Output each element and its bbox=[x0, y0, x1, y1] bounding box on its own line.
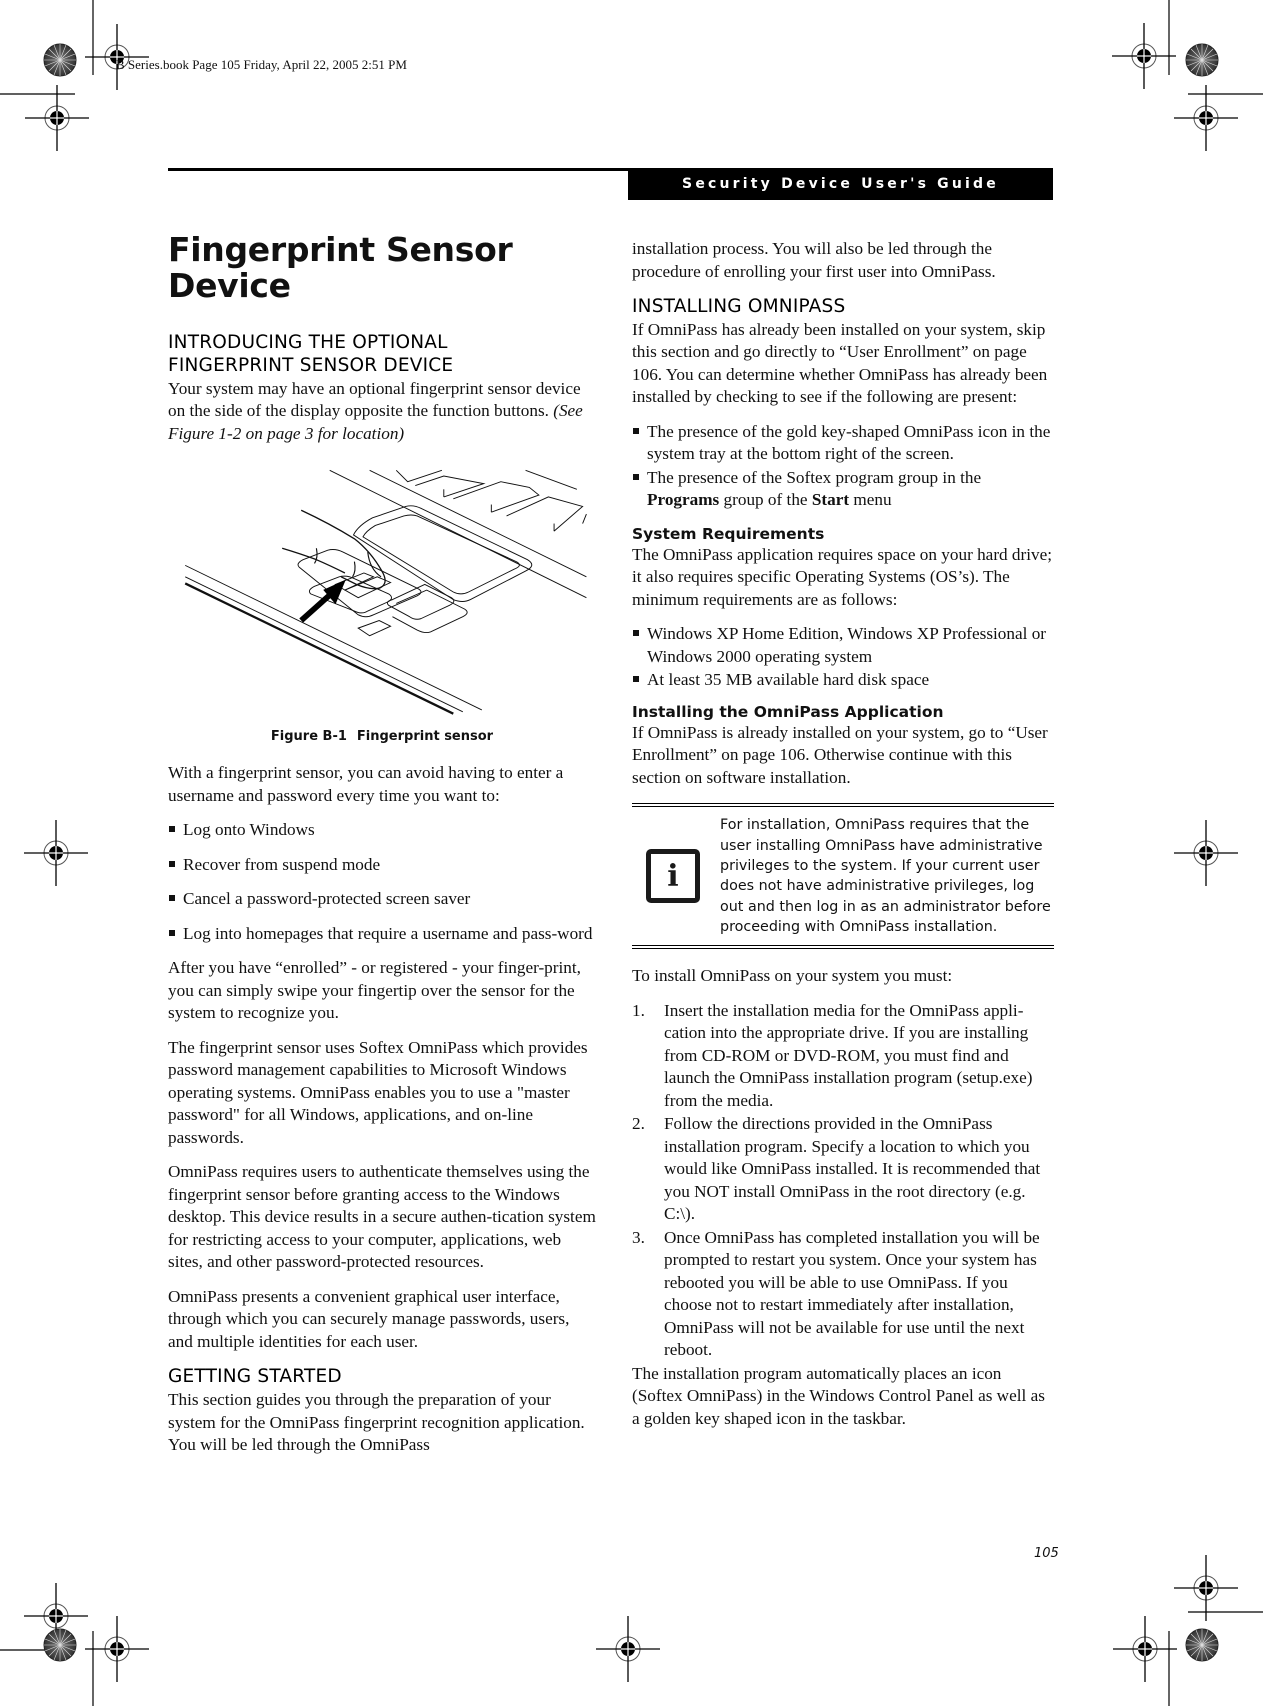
presence-list: The presence of the gold key-shaped Omni… bbox=[632, 421, 1054, 512]
fingerprint-sensor-figure bbox=[168, 457, 596, 727]
intro-heading: INTRODUCING THE OPTIONAL FINGERPRINT SEN… bbox=[168, 331, 596, 378]
getting-started-heading: GETTING STARTED bbox=[168, 1366, 342, 1388]
list-item: Windows XP Home Edition, Windows XP Prof… bbox=[632, 623, 1054, 668]
list-item-text: The presence of the Softex program group… bbox=[647, 467, 982, 487]
info-note: i For installation, OmniPass requires th… bbox=[632, 803, 1054, 950]
installing-application-heading: Installing the OmniPass Application bbox=[632, 702, 944, 721]
page-title: Fingerprint Sensor Device bbox=[168, 230, 513, 306]
continued-paragraph: installation process. You will also be l… bbox=[632, 239, 996, 281]
star-target-top-right bbox=[1185, 43, 1219, 77]
intro-paragraph: Your system may have an optional fingerp… bbox=[168, 378, 596, 446]
list-item-text: menu bbox=[849, 490, 892, 510]
list-item-text: group of the bbox=[719, 490, 812, 510]
intro-heading-line2: FINGERPRINT SENSOR DEVICE bbox=[168, 355, 454, 377]
star-target-top-left bbox=[43, 43, 77, 77]
registration-mark bbox=[24, 84, 90, 152]
final-paragraph: The installation program automatically p… bbox=[632, 1363, 1045, 1428]
intro-text: Your system may have an optional fingerp… bbox=[168, 378, 581, 421]
list-item: Log into homepages that require a userna… bbox=[168, 923, 596, 946]
registration-mark bbox=[1112, 1615, 1178, 1683]
system-requirements-heading: System Requirements bbox=[632, 524, 825, 543]
enroll-paragraph: After you have “enrolled” - or registere… bbox=[168, 958, 581, 1023]
step-number: 1. bbox=[632, 1000, 645, 1020]
programs-menu-label: Programs bbox=[647, 490, 720, 510]
left-column: Fingerprint Sensor Device INTRODUCING TH… bbox=[168, 230, 596, 1457]
step-number: 3. bbox=[632, 1227, 645, 1247]
list-item: The presence of the gold key-shaped Omni… bbox=[632, 421, 1054, 466]
registration-mark bbox=[595, 1615, 661, 1683]
installing-omnipass-heading: INSTALLING OMNIPASS bbox=[632, 296, 846, 317]
step-number: 2. bbox=[632, 1114, 645, 1134]
figure-caption-text: Fingerprint sensor bbox=[356, 729, 494, 745]
step-item: 2. Follow the directions provided in the … bbox=[632, 1113, 1054, 1226]
avoid-list: Log onto Windows Recover from suspend mo… bbox=[168, 819, 596, 945]
list-item: At least 35 MB available hard disk space bbox=[632, 669, 1054, 692]
step-item: 3. Once OmniPass has completed installati… bbox=[632, 1227, 1054, 1362]
header-rule bbox=[168, 168, 628, 171]
step-text: Once OmniPass has completed installation… bbox=[664, 1227, 1040, 1360]
step-text: Follow the directions provided in the Om… bbox=[664, 1114, 1041, 1224]
figure-number: Figure B-1 bbox=[270, 729, 347, 745]
registration-mark bbox=[1111, 22, 1177, 90]
start-menu-label: Start bbox=[811, 490, 850, 510]
system-requirements-list: Windows XP Home Edition, Windows XP Prof… bbox=[632, 623, 1054, 692]
figure-caption: Figure B-1 Fingerprint sensor bbox=[168, 729, 596, 744]
page-number: 105 bbox=[1034, 1546, 1059, 1561]
registration-mark bbox=[1173, 1554, 1239, 1622]
system-requirements-paragraph: The OmniPass application requires space … bbox=[632, 544, 1053, 609]
list-item: The presence of the Softex program group… bbox=[632, 467, 1054, 512]
list-item: Cancel a password-protected screen saver bbox=[168, 888, 596, 911]
step-text: Insert the installation media for the Om… bbox=[664, 1000, 1033, 1110]
list-item: Recover from suspend mode bbox=[168, 854, 596, 877]
registration-mark bbox=[84, 1615, 150, 1683]
star-target-bottom-right bbox=[1185, 1628, 1219, 1662]
registration-mark bbox=[1173, 819, 1239, 887]
info-icon: i bbox=[646, 849, 700, 904]
installing-paragraph: If OmniPass has already been installed o… bbox=[632, 319, 1048, 407]
note-text: For installation, OmniPass requires that… bbox=[720, 817, 1051, 935]
running-title: Security Device User's Guide bbox=[682, 176, 999, 192]
right-column: installation process. You will also be l… bbox=[632, 238, 1054, 1430]
print-slug: B Series.book Page 105 Friday, April 22,… bbox=[116, 57, 407, 72]
registration-mark bbox=[23, 819, 89, 887]
installing-application-paragraph: If OmniPass is already installed on your… bbox=[632, 722, 1048, 787]
auth-paragraph: OmniPass requires users to authenticate … bbox=[168, 1162, 596, 1272]
intro-heading-line1: INTRODUCING THE OPTIONAL bbox=[168, 331, 448, 353]
avoid-paragraph: With a fingerprint sensor, you can avoid… bbox=[168, 763, 564, 805]
gui-paragraph: OmniPass presents a convenient graphical… bbox=[168, 1286, 570, 1351]
softex-paragraph: The fingerprint sensor uses Softex OmniP… bbox=[168, 1037, 588, 1147]
star-target-bottom-left bbox=[43, 1628, 77, 1662]
laptop-palmrest-illustration bbox=[184, 470, 587, 716]
getting-started-paragraph: This section guides you through the prep… bbox=[168, 1390, 585, 1455]
registration-mark bbox=[1173, 84, 1239, 152]
running-header: Security Device User's Guide bbox=[628, 168, 1053, 200]
step-item: 1. Insert the installation media for the … bbox=[632, 1000, 1054, 1113]
must-paragraph: To install OmniPass on your system you m… bbox=[632, 966, 953, 986]
install-steps: 1. Insert the installation media for the … bbox=[632, 1000, 1054, 1362]
list-item: Log onto Windows bbox=[168, 819, 596, 842]
